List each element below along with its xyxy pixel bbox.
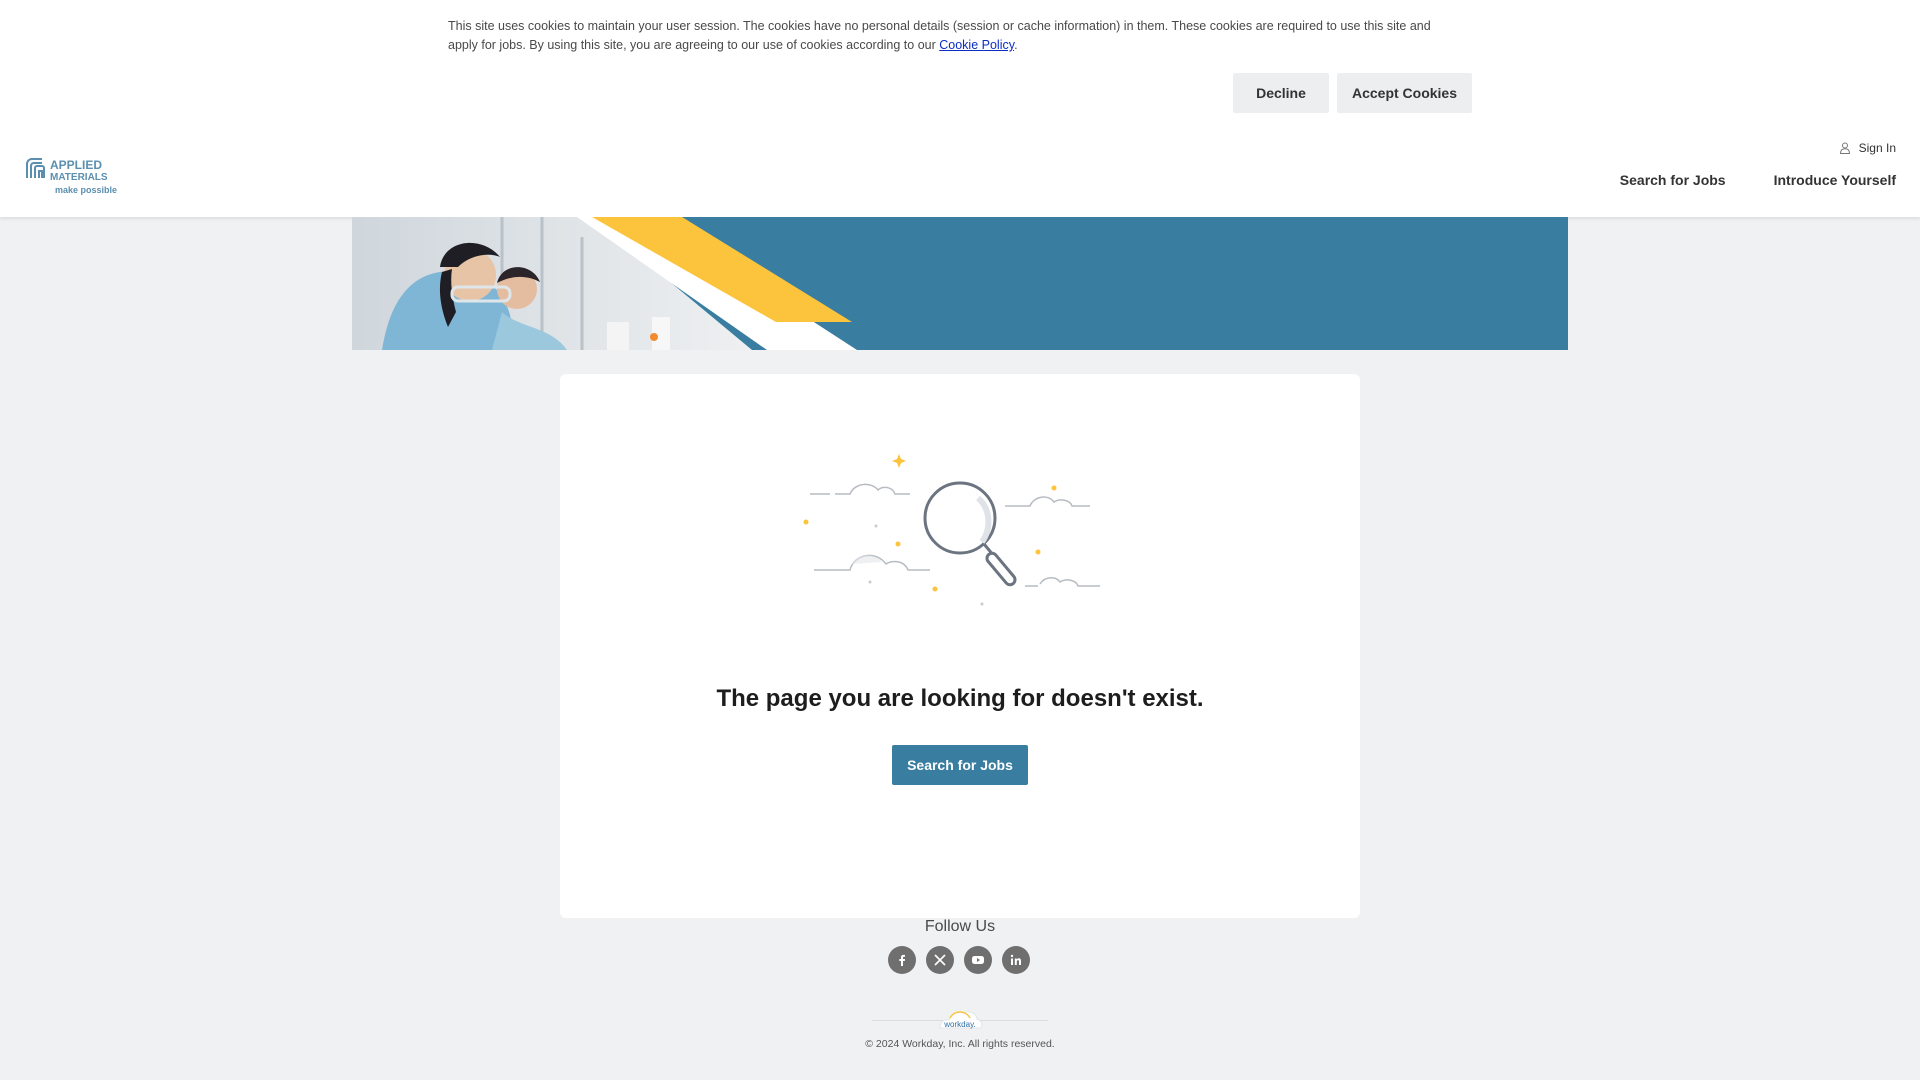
workday-logo: workday. (939, 1011, 983, 1029)
copyright-text: © 2024 Workday, Inc. All rights reserved… (865, 1038, 1055, 1050)
hero-image (352, 217, 857, 350)
error-card: The page you are looking for doesn't exi… (560, 374, 1360, 918)
decline-cookies-button[interactable]: Decline (1233, 73, 1329, 113)
sign-in-label: Sign In (1858, 141, 1896, 155)
nav-search-for-jobs[interactable]: Search for Jobs (1620, 172, 1726, 188)
logo-tagline: make possible (55, 185, 117, 195)
linkedin-icon[interactable] (1002, 946, 1030, 974)
search-for-jobs-button[interactable]: Search for Jobs (892, 745, 1028, 785)
hero-banner (352, 217, 1568, 350)
cookie-banner: This site uses cookies to maintain your … (0, 0, 1920, 132)
social-links (888, 946, 1030, 974)
site-header: APPLIED MATERIALS make possible Sign In … (0, 132, 1920, 217)
x-twitter-icon[interactable] (926, 946, 954, 974)
sign-in-link[interactable]: Sign In (1839, 141, 1896, 155)
workday-wordmark: workday. (943, 1020, 975, 1029)
follow-us-label: Follow Us (924, 918, 996, 935)
applied-materials-logo[interactable]: APPLIED MATERIALS make possible (24, 154, 126, 198)
facebook-icon[interactable] (888, 946, 916, 974)
not-found-illustration (803, 454, 1100, 606)
nav-introduce-yourself[interactable]: Introduce Yourself (1774, 172, 1896, 188)
youtube-icon[interactable] (964, 946, 992, 974)
cookie-message-end: . (1014, 38, 1018, 52)
logo-line1: APPLIED (50, 158, 102, 172)
main-nav: Search for Jobs Introduce Yourself (1620, 172, 1896, 188)
page-title: The page you are looking for doesn't exi… (716, 685, 1204, 712)
cookie-message: This site uses cookies to maintain your … (448, 17, 1458, 55)
cookie-policy-link[interactable]: Cookie Policy (939, 38, 1014, 52)
user-icon (1839, 142, 1850, 154)
accept-cookies-button[interactable]: Accept Cookies (1337, 73, 1472, 113)
logo-line2: MATERIALS (50, 172, 108, 183)
